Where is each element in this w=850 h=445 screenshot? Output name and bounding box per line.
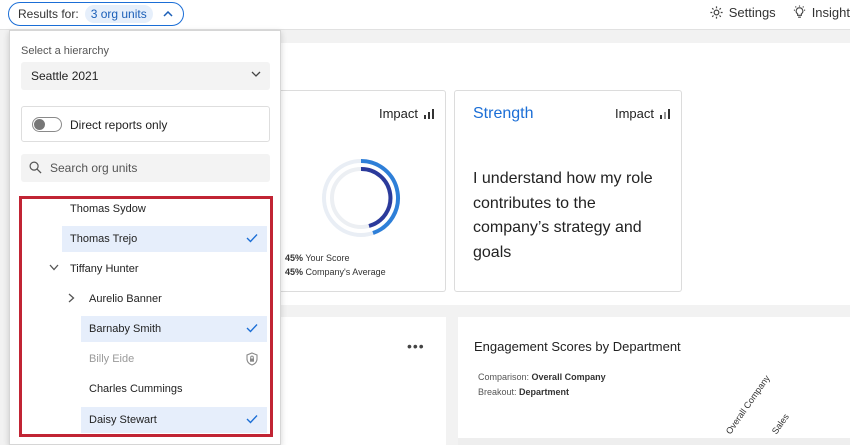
hierarchy-value: Seattle 2021 — [31, 69, 99, 83]
strength-card: Strength Impact I understand how my role… — [454, 90, 682, 292]
hierarchy-select[interactable]: Seattle 2021 — [21, 62, 270, 90]
your-score-label: Your Score — [305, 253, 350, 263]
hierarchy-label: Select a hierarchy — [21, 45, 110, 57]
results-for-label: Results for: — [18, 7, 79, 21]
direct-reports-row: Direct reports only — [21, 106, 270, 142]
chevron-up-icon — [161, 7, 175, 21]
more-options-icon[interactable]: ••• — [407, 338, 425, 354]
settings-button[interactable]: Settings — [709, 5, 776, 20]
impact-label: Impact — [378, 106, 418, 121]
impact-label: Impact — [614, 106, 654, 121]
strength-title: Strength — [473, 105, 534, 122]
tree-item-label: Billy Eide — [89, 353, 135, 365]
checkmark-icon — [246, 324, 258, 333]
comparison-label: Comparison: — [478, 372, 530, 382]
top-bar: Results for: 3 org units Settings Insigh… — [0, 0, 850, 30]
signal-bars-icon — [424, 108, 434, 119]
your-score-pct: 45% — [285, 253, 304, 263]
checkmark-icon — [246, 415, 258, 424]
search-icon — [29, 161, 42, 174]
engagement-meta: Comparison: Overall Company Breakout: De… — [478, 370, 606, 400]
score-donut — [322, 159, 400, 237]
dashboard-panel-left-bottom — [260, 317, 446, 445]
tree-item-label: Thomas Trejo — [70, 233, 138, 245]
company-average-label: Company's Average — [305, 267, 386, 277]
search-placeholder: Search org units — [50, 161, 138, 175]
company-average-pct: 45% — [285, 267, 304, 277]
tree-item-daisy-stewart[interactable]: Daisy Stewart — [81, 407, 267, 433]
lock-shield-icon — [246, 352, 258, 366]
signal-bars-icon — [660, 108, 670, 119]
results-for-button[interactable]: Results for: 3 org units — [8, 2, 184, 26]
tree-item-label: Thomas Sydow — [70, 203, 146, 215]
settings-label: Settings — [728, 5, 776, 20]
comparison-value: Overall Company — [531, 372, 606, 382]
chevron-down-icon — [251, 71, 261, 77]
strength-statement: I understand how my role contributes to … — [473, 170, 653, 261]
insights-label: Insight — [811, 5, 850, 20]
gear-icon — [710, 6, 723, 19]
breakout-label: Breakout: — [478, 387, 517, 397]
chevron-down-icon[interactable] — [49, 264, 59, 271]
org-units-dropdown: Select a hierarchy Seattle 2021 Direct r… — [9, 30, 281, 445]
tree-item-billy-eide: Billy Eide — [81, 346, 267, 372]
org-unit-tree: Thomas Sydow Thomas Trejo Tiffany Hunter… — [19, 196, 273, 437]
tree-item-label: Daisy Stewart — [89, 414, 157, 426]
org-units-badge: 3 org units — [84, 5, 153, 23]
tree-item-tiffany-hunter[interactable]: Tiffany Hunter — [22, 256, 267, 282]
direct-reports-toggle[interactable] — [32, 117, 62, 132]
tree-item-label: Charles Cummings — [89, 383, 183, 395]
tree-item-label: Barnaby Smith — [89, 323, 162, 335]
tree-item-label: Tiffany Hunter — [70, 263, 139, 275]
tree-item-thomas-sydow[interactable]: Thomas Sydow — [62, 199, 267, 222]
lightbulb-icon — [793, 5, 805, 18]
table-header-strip — [458, 438, 850, 445]
direct-reports-label: Direct reports only — [70, 118, 168, 132]
tree-item-label: Aurelio Banner — [89, 293, 162, 305]
engagement-title: Engagement Scores by Department — [474, 339, 681, 354]
tree-item-charles-cummings[interactable]: Charles Cummings — [81, 376, 267, 402]
tree-item-aurelio-banner[interactable]: Aurelio Banner — [22, 286, 267, 312]
tree-item-barnaby-smith[interactable]: Barnaby Smith — [81, 316, 267, 342]
search-org-units-input[interactable]: Search org units — [21, 154, 270, 182]
chevron-right-icon[interactable] — [68, 293, 75, 303]
breakout-value: Department — [519, 387, 570, 397]
score-legend: 45% Your Score 45% Company's Average — [285, 251, 386, 279]
checkmark-icon — [246, 234, 258, 243]
insights-button[interactable]: Insight — [792, 5, 850, 20]
tree-item-thomas-trejo[interactable]: Thomas Trejo — [62, 226, 267, 252]
